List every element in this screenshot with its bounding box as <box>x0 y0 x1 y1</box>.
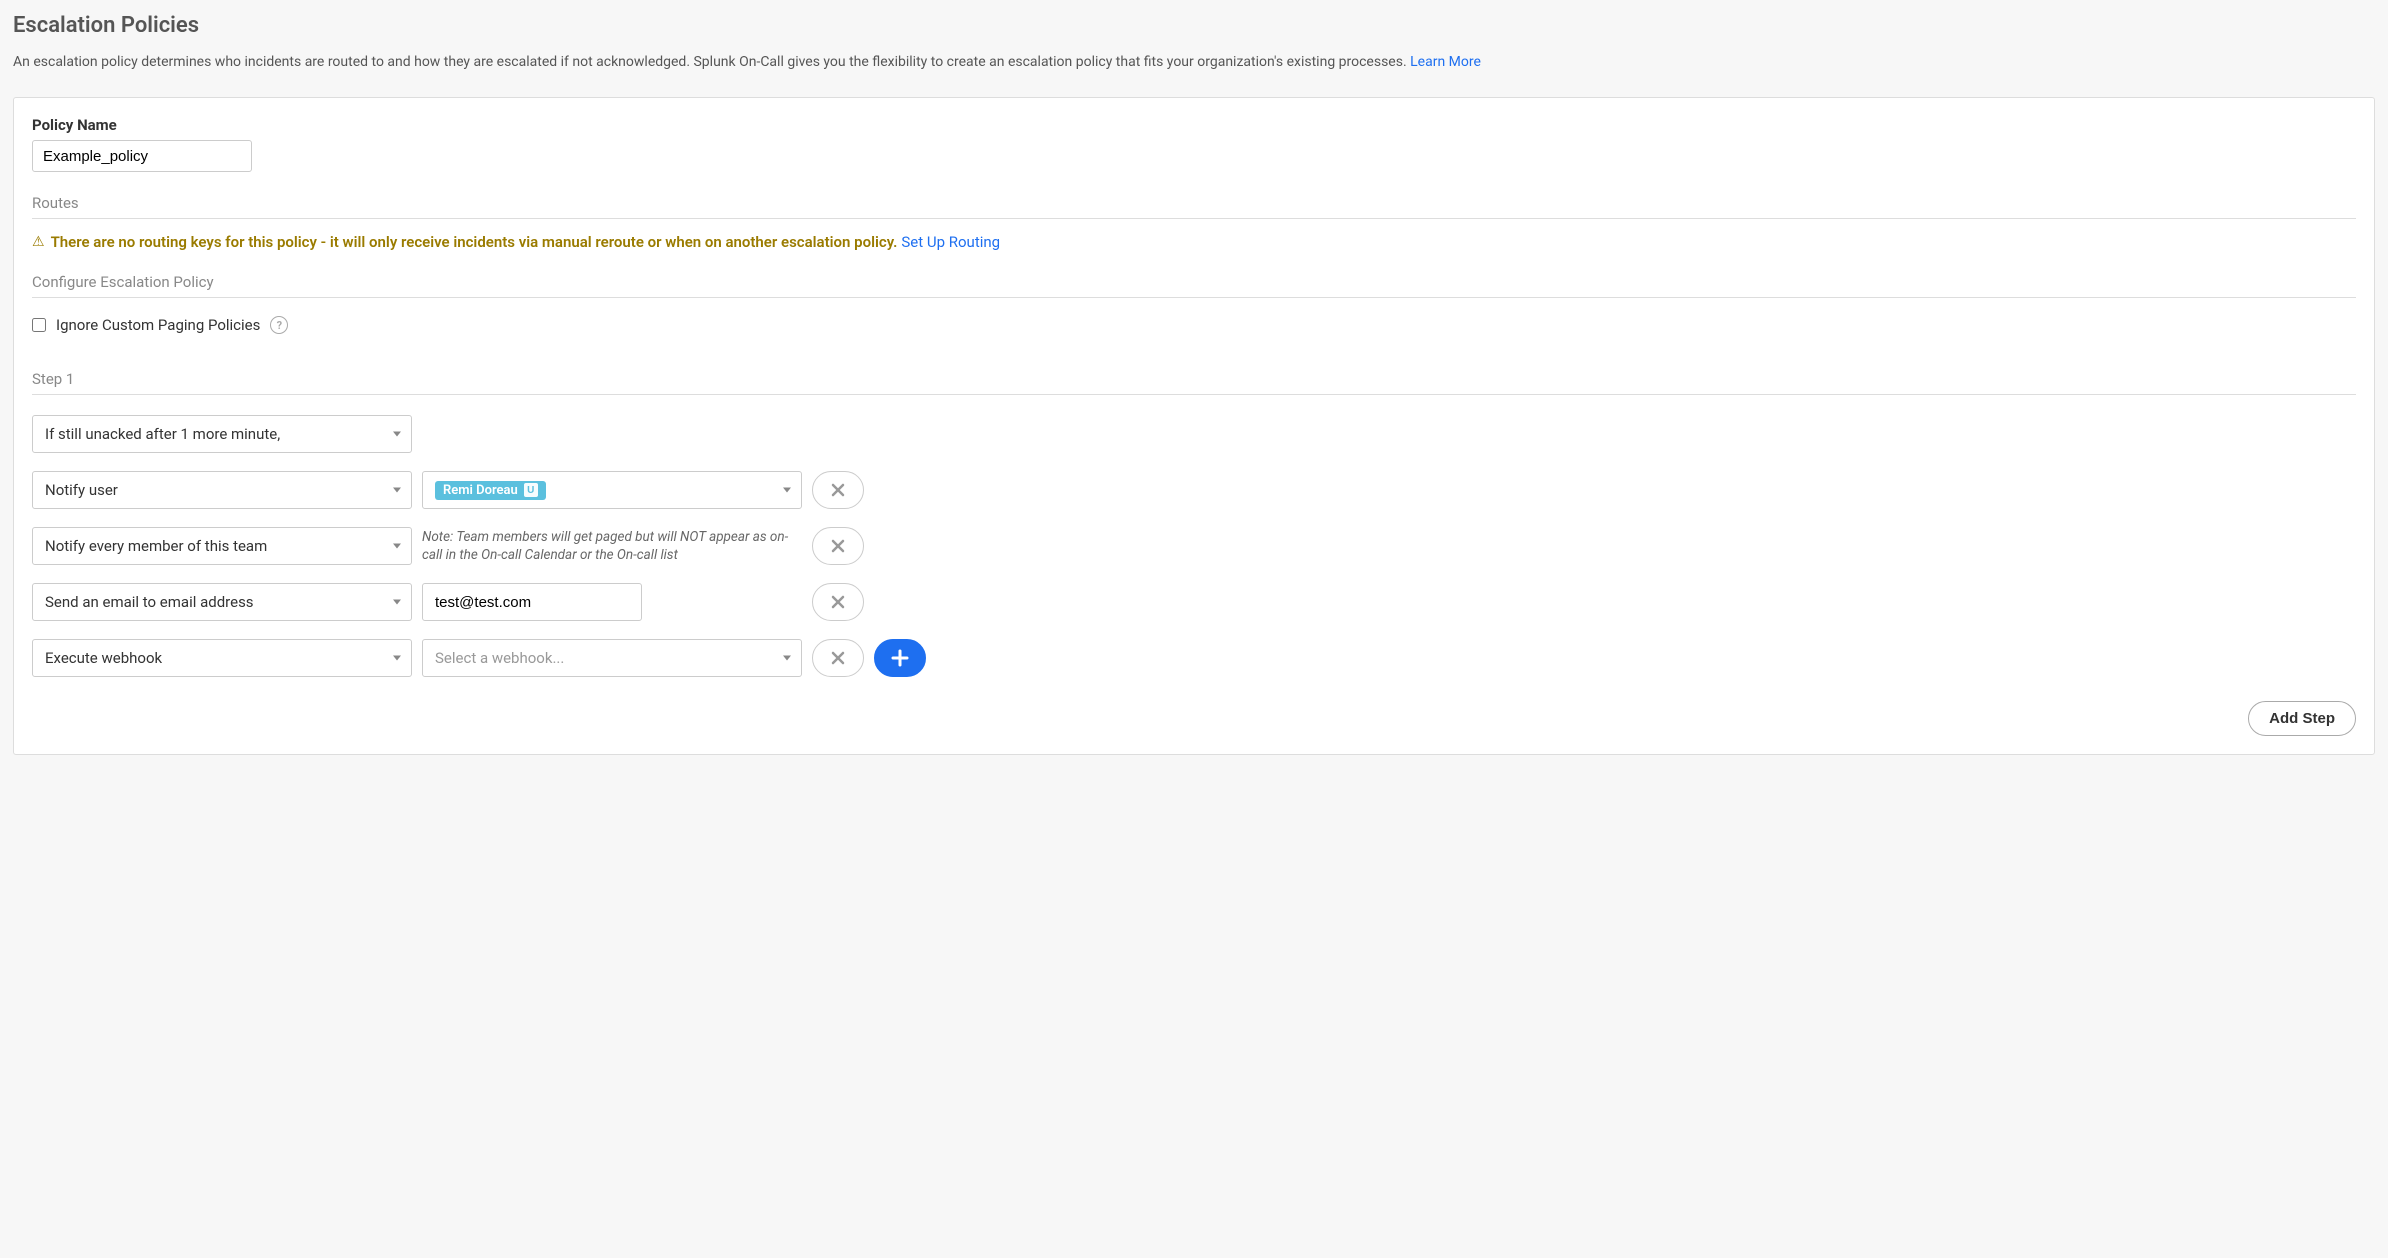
close-icon <box>831 483 845 497</box>
action-type-value-2: Send an email to email address <box>45 593 254 611</box>
user-chip-badge: U <box>524 483 538 497</box>
webhook-placeholder: Select a webhook... <box>435 649 564 667</box>
chevron-down-icon <box>783 656 791 661</box>
close-icon <box>831 651 845 665</box>
ignore-paging-row: Ignore Custom Paging Policies ? <box>32 316 2356 334</box>
intro-text: An escalation policy determines who inci… <box>13 54 1410 70</box>
help-icon[interactable]: ? <box>270 316 288 334</box>
setup-routing-link[interactable]: Set Up Routing <box>901 233 1000 251</box>
remove-action-button-0[interactable] <box>812 471 864 509</box>
action-type-select-2[interactable]: Send an email to email address <box>32 583 412 621</box>
chevron-down-icon <box>393 544 401 549</box>
warning-icon: ⚠ <box>32 234 45 250</box>
delay-select[interactable]: If still unacked after 1 more minute, <box>32 415 412 453</box>
action-row-notify-team: Notify every member of this team Note: T… <box>32 527 2356 565</box>
chevron-down-icon <box>393 656 401 661</box>
ignore-paging-checkbox[interactable] <box>32 318 46 332</box>
panel-footer: Add Step <box>32 701 2356 736</box>
remove-action-button-1[interactable] <box>812 527 864 565</box>
action-row-notify-user: Notify user Remi Doreau U <box>32 471 2356 509</box>
step-form: If still unacked after 1 more minute, No… <box>32 415 2356 677</box>
team-note: Note: Team members will get paged but wi… <box>422 528 802 564</box>
chevron-down-icon <box>783 488 791 493</box>
close-icon <box>831 595 845 609</box>
user-chip-name: Remi Doreau <box>443 483 518 498</box>
action-type-value-1: Notify every member of this team <box>45 537 267 555</box>
action-type-value-3: Execute webhook <box>45 649 162 667</box>
ignore-paging-label: Ignore Custom Paging Policies <box>56 316 260 334</box>
close-icon <box>831 539 845 553</box>
action-type-value-0: Notify user <box>45 481 118 499</box>
action-type-select-0[interactable]: Notify user <box>32 471 412 509</box>
webhook-select[interactable]: Select a webhook... <box>422 639 802 677</box>
add-action-button[interactable] <box>874 639 926 677</box>
routes-header: Routes <box>32 194 2356 219</box>
policy-panel: Policy Name Routes ⚠ There are no routin… <box>13 97 2375 755</box>
intro-paragraph: An escalation policy determines who inci… <box>13 52 2375 73</box>
action-row-email: Send an email to email address <box>32 583 2356 621</box>
chevron-down-icon <box>393 432 401 437</box>
policy-name-label: Policy Name <box>32 116 2356 134</box>
user-chip: Remi Doreau U <box>435 481 546 500</box>
delay-row: If still unacked after 1 more minute, <box>32 415 2356 453</box>
page-title: Escalation Policies <box>13 13 2375 38</box>
action-row-webhook: Execute webhook Select a webhook... <box>32 639 2356 677</box>
learn-more-link[interactable]: Learn More <box>1410 54 1481 70</box>
chevron-down-icon <box>393 600 401 605</box>
action-type-select-3[interactable]: Execute webhook <box>32 639 412 677</box>
add-step-button[interactable]: Add Step <box>2248 701 2356 736</box>
routes-warning: ⚠ There are no routing keys for this pol… <box>32 233 2356 251</box>
action-type-select-1[interactable]: Notify every member of this team <box>32 527 412 565</box>
email-input[interactable] <box>422 583 642 621</box>
plus-icon <box>891 649 909 667</box>
policy-name-input[interactable] <box>32 140 252 172</box>
user-select[interactable]: Remi Doreau U <box>422 471 802 509</box>
chevron-down-icon <box>393 488 401 493</box>
remove-action-button-3[interactable] <box>812 639 864 677</box>
remove-action-button-2[interactable] <box>812 583 864 621</box>
configure-header: Configure Escalation Policy <box>32 273 2356 298</box>
delay-select-value: If still unacked after 1 more minute, <box>45 425 280 443</box>
step-header: Step 1 <box>32 370 2356 395</box>
routes-warning-text: There are no routing keys for this polic… <box>51 233 898 251</box>
page-container: Escalation Policies An escalation policy… <box>13 13 2375 755</box>
